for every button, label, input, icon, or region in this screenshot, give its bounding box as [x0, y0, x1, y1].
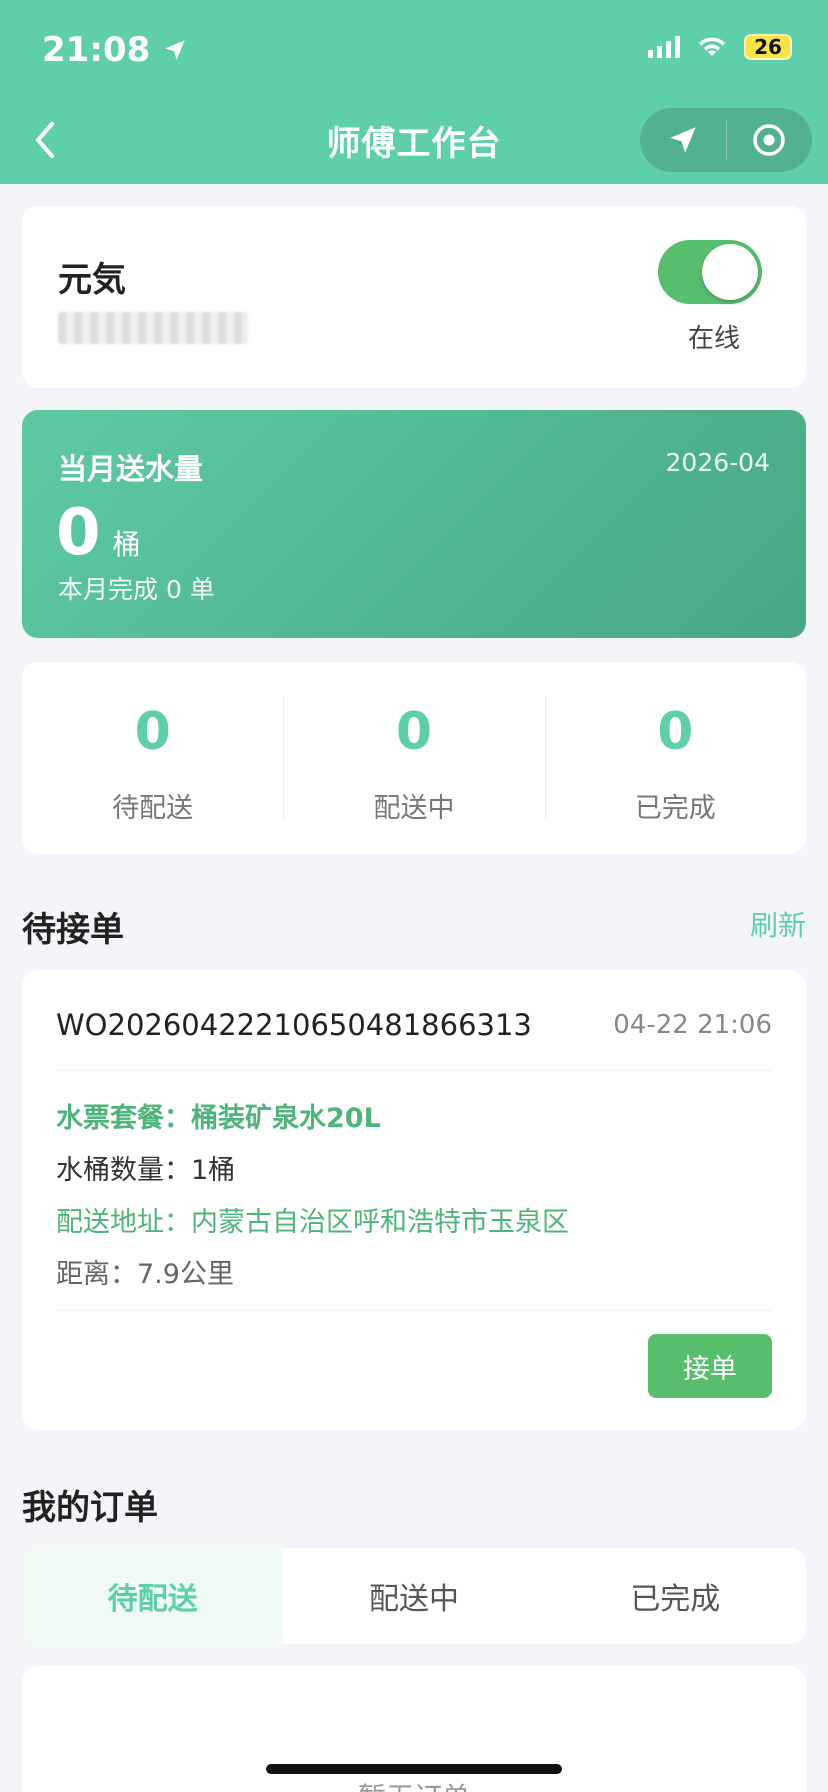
cellular-signal-icon — [648, 36, 680, 58]
location-arrow-icon — [165, 40, 185, 60]
water-title: 当月送水量 — [58, 452, 204, 486]
order-quantity: 水桶数量：1桶 — [56, 1155, 236, 1186]
battery-level: 26 — [754, 35, 782, 59]
target-circle-icon — [753, 124, 785, 156]
water-amount-value: 0 — [56, 496, 101, 570]
home-indicator[interactable] — [266, 1764, 562, 1774]
stat-pending-delivery[interactable]: 0 待配送 — [22, 662, 283, 854]
monthly-completed: 本月完成 0 单 — [58, 575, 215, 604]
toggle-knob — [702, 244, 758, 300]
stat-value: 0 — [657, 702, 694, 762]
battery-icon: 26 — [744, 34, 792, 60]
order-address[interactable]: 配送地址：内蒙古自治区呼和浩特市玉泉区 — [56, 1200, 569, 1239]
stat-label: 已完成 — [634, 793, 716, 824]
mini-program-capsule — [640, 108, 812, 172]
monthly-water-card: 当月送水量 2026-04 0 桶 本月完成 0 单 — [22, 410, 806, 638]
user-card: 元気 在线 — [22, 206, 806, 388]
online-status-label: 在线 — [687, 324, 740, 354]
order-time: 04-22 21:06 — [613, 1010, 772, 1040]
header: 21:08 26 师傅工作台 — [0, 0, 828, 184]
stat-label: 配送中 — [373, 793, 455, 824]
water-amount: 0 桶 — [56, 496, 141, 570]
tab-completed[interactable]: 已完成 — [545, 1548, 806, 1644]
accept-order-button[interactable]: 接单 — [648, 1334, 772, 1398]
status-time-text: 21:08 — [42, 30, 151, 70]
navigate-button[interactable] — [640, 108, 726, 172]
stat-delivering[interactable]: 0 配送中 — [283, 662, 544, 854]
my-orders-title: 我的订单 — [22, 1488, 158, 1528]
online-toggle[interactable] — [658, 240, 762, 304]
divider — [56, 1070, 772, 1071]
water-amount-unit: 桶 — [112, 528, 141, 561]
water-date: 2026-04 — [665, 448, 770, 477]
user-name: 元気 — [58, 260, 126, 300]
stat-completed[interactable]: 0 已完成 — [544, 662, 806, 854]
tab-pending-delivery[interactable]: 待配送 — [22, 1548, 284, 1644]
order-distance: 距离：7.9公里 — [56, 1259, 234, 1290]
wifi-icon — [699, 37, 725, 56]
status-icons: 26 — [648, 34, 792, 60]
stat-value: 0 — [134, 702, 171, 762]
close-capsule-button[interactable] — [727, 108, 813, 172]
refresh-link[interactable]: 刷新 — [750, 904, 806, 944]
empty-orders-text: 暂无订单 — [22, 1776, 806, 1792]
status-time: 21:08 — [42, 30, 188, 70]
stat-label: 待配送 — [112, 793, 194, 824]
navigation-arrow-icon — [670, 127, 696, 153]
divider — [56, 1310, 772, 1311]
pending-order-card: WO20260422210650481866313 04-22 21:06 水票… — [22, 970, 806, 1430]
pending-orders-title: 待接单 — [22, 910, 124, 950]
order-tabs: 待配送 配送中 已完成 — [22, 1548, 806, 1644]
order-stats-card: 0 待配送 0 配送中 0 已完成 — [22, 662, 806, 854]
order-package: 水票套餐：桶装矿泉水20L — [56, 1103, 381, 1134]
blurred-phone-number — [58, 312, 248, 344]
tab-delivering[interactable]: 配送中 — [283, 1548, 544, 1644]
stat-value: 0 — [395, 702, 433, 762]
order-id: WO20260422210650481866313 — [56, 1008, 532, 1042]
